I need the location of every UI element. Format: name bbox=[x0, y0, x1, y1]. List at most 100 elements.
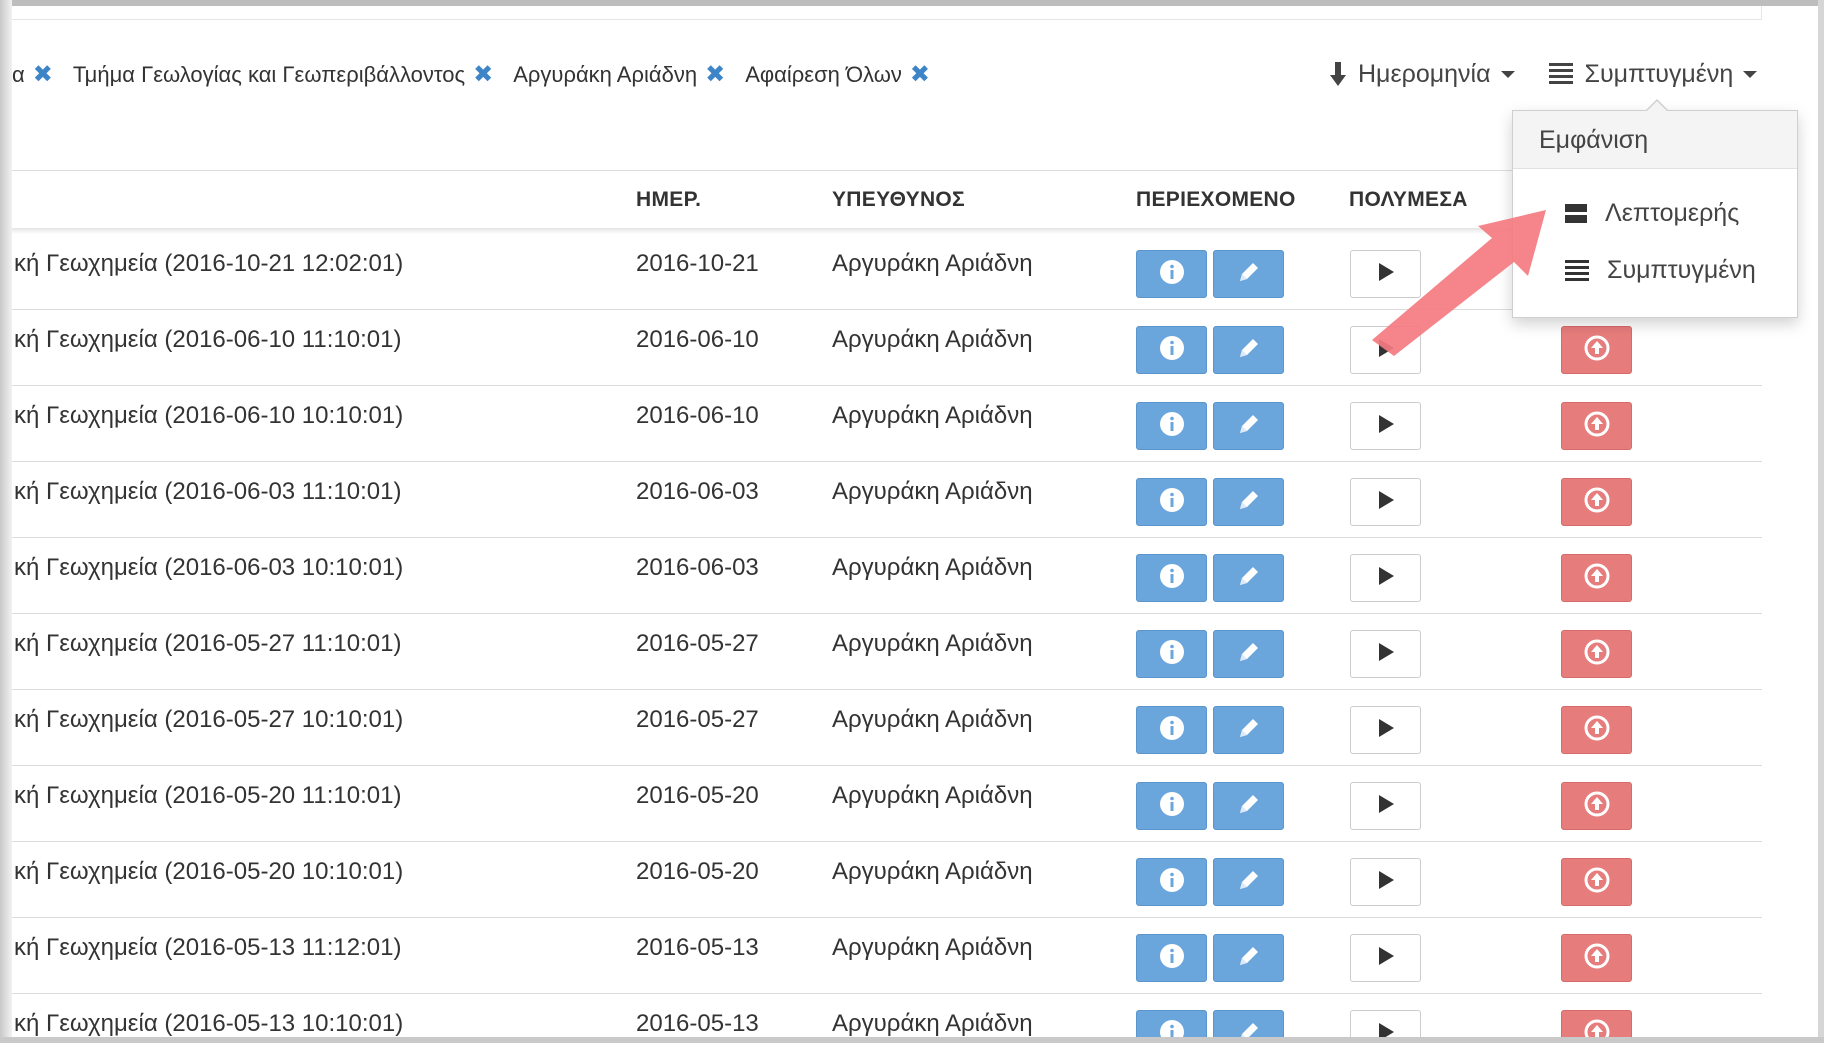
info-button[interactable] bbox=[1136, 782, 1207, 830]
table-row: κή Γεωχημεία (2016-06-03 10:10:01) 2016-0… bbox=[12, 538, 1762, 614]
row-title[interactable]: κή Γεωχημεία (2016-05-20 11:10:01) bbox=[14, 782, 401, 810]
menu-item-label: Λεπτομερής bbox=[1605, 199, 1740, 227]
remove-filter-icon[interactable]: ✖ bbox=[33, 63, 53, 87]
info-button[interactable] bbox=[1136, 630, 1207, 678]
row-title[interactable]: κή Γεωχημεία (2016-06-10 11:10:01) bbox=[14, 326, 401, 354]
menu-item-compact[interactable]: Συμπτυγμένη bbox=[1565, 256, 1756, 285]
filter-chip-owner[interactable]: Αργυράκη Αριάδνη ✖ bbox=[513, 62, 725, 88]
pencil-icon bbox=[1236, 411, 1262, 442]
info-button[interactable] bbox=[1136, 478, 1207, 526]
chevron-down-icon bbox=[1500, 70, 1515, 78]
remove-all-icon[interactable]: ✖ bbox=[910, 63, 930, 87]
sort-label: Ημερομηνία bbox=[1358, 59, 1491, 88]
row-title[interactable]: κή Γεωχημεία (2016-05-13 11:12:01) bbox=[14, 934, 401, 962]
row-title[interactable]: κή Γεωχημεία (2016-05-27 10:10:01) bbox=[14, 706, 403, 734]
row-title[interactable]: κή Γεωχημεία (2016-06-03 11:10:01) bbox=[14, 478, 401, 506]
row-title[interactable]: κή Γεωχημεία (2016-05-27 11:10:01) bbox=[14, 630, 401, 658]
play-button[interactable] bbox=[1350, 934, 1421, 982]
info-button[interactable] bbox=[1136, 326, 1207, 374]
play-button[interactable] bbox=[1350, 402, 1421, 450]
view-mode-menu-header: Εμφάνιση bbox=[1513, 111, 1797, 169]
row-date: 2016-06-03 bbox=[636, 478, 759, 505]
info-button[interactable] bbox=[1136, 250, 1207, 298]
column-header-date[interactable]: ΗΜΕΡ. bbox=[636, 188, 701, 212]
row-date: 2016-06-10 bbox=[636, 326, 759, 353]
row-title[interactable]: κή Γεωχημεία (2016-10-21 12:02:01) bbox=[14, 250, 403, 278]
window-border-right bbox=[1818, 0, 1824, 1043]
table-row: κή Γεωχημεία (2016-06-10 11:10:01) 2016-0… bbox=[12, 310, 1762, 386]
info-icon bbox=[1159, 715, 1185, 746]
filter-chip[interactable]: α ✖ bbox=[12, 62, 53, 88]
row-date: 2016-05-13 bbox=[636, 1010, 759, 1037]
play-button[interactable] bbox=[1350, 858, 1421, 906]
edit-button[interactable] bbox=[1213, 706, 1284, 754]
row-date: 2016-05-13 bbox=[636, 934, 759, 961]
table-row: κή Γεωχημεία (2016-05-20 11:10:01) 2016-0… bbox=[12, 766, 1762, 842]
edit-button[interactable] bbox=[1213, 250, 1284, 298]
edit-button[interactable] bbox=[1213, 858, 1284, 906]
edit-button[interactable] bbox=[1213, 326, 1284, 374]
menu-item-detailed[interactable]: Λεπτομερής bbox=[1565, 199, 1739, 228]
publish-button[interactable] bbox=[1561, 630, 1632, 678]
row-title[interactable]: κή Γεωχημεία (2016-06-03 10:10:01) bbox=[14, 554, 403, 582]
filter-chip-label: α bbox=[12, 62, 25, 87]
play-button[interactable] bbox=[1350, 478, 1421, 526]
info-button[interactable] bbox=[1136, 706, 1207, 754]
play-button[interactable] bbox=[1350, 706, 1421, 754]
play-button[interactable] bbox=[1350, 326, 1421, 374]
row-title[interactable]: κή Γεωχημεία (2016-05-13 10:10:01) bbox=[14, 1010, 403, 1038]
publish-button[interactable] bbox=[1561, 782, 1632, 830]
edit-button[interactable] bbox=[1213, 554, 1284, 602]
play-icon bbox=[1377, 794, 1395, 819]
table-row: κή Γεωχημεία (2016-10-21 12:02:01) 2016-1… bbox=[12, 234, 1762, 310]
clear-all-filters[interactable]: Αφαίρεση Όλων ✖ bbox=[745, 62, 930, 88]
pencil-icon bbox=[1236, 259, 1262, 290]
play-icon bbox=[1377, 642, 1395, 667]
edit-button[interactable] bbox=[1213, 478, 1284, 526]
table-row: κή Γεωχημεία (2016-05-27 10:10:01) 2016-0… bbox=[12, 690, 1762, 766]
edit-button[interactable] bbox=[1213, 782, 1284, 830]
publish-button[interactable] bbox=[1561, 326, 1632, 374]
row-date: 2016-06-03 bbox=[636, 554, 759, 581]
view-mode-dropdown[interactable]: Συμπτυγμένη bbox=[1548, 60, 1758, 89]
publish-button[interactable] bbox=[1561, 554, 1632, 602]
publish-button[interactable] bbox=[1561, 402, 1632, 450]
row-date: 2016-05-27 bbox=[636, 630, 759, 657]
info-button[interactable] bbox=[1136, 858, 1207, 906]
play-button[interactable] bbox=[1350, 554, 1421, 602]
publish-button[interactable] bbox=[1561, 858, 1632, 906]
window-border-left bbox=[0, 0, 12, 1043]
play-button[interactable] bbox=[1350, 250, 1421, 298]
publish-button[interactable] bbox=[1561, 478, 1632, 526]
play-icon bbox=[1377, 338, 1395, 363]
play-icon bbox=[1377, 718, 1395, 743]
row-date: 2016-06-10 bbox=[636, 402, 759, 429]
upload-icon bbox=[1583, 334, 1611, 367]
edit-button[interactable] bbox=[1213, 402, 1284, 450]
info-button[interactable] bbox=[1136, 554, 1207, 602]
list-icon bbox=[1548, 63, 1573, 85]
play-button[interactable] bbox=[1350, 630, 1421, 678]
row-title[interactable]: κή Γεωχημεία (2016-05-20 10:10:01) bbox=[14, 858, 403, 886]
edit-button[interactable] bbox=[1213, 934, 1284, 982]
publish-button[interactable] bbox=[1561, 934, 1632, 982]
filter-chip-label: Αργυράκη Αριάδνη bbox=[513, 62, 698, 87]
filter-chip-department[interactable]: Τμήμα Γεωλογίας και Γεωπεριβάλλοντος ✖ bbox=[73, 62, 493, 88]
column-header-owner[interactable]: ΥΠΕΥΘΥΝΟΣ bbox=[832, 188, 965, 212]
upload-icon bbox=[1583, 942, 1611, 975]
remove-filter-icon[interactable]: ✖ bbox=[473, 63, 493, 87]
row-title[interactable]: κή Γεωχημεία (2016-06-10 10:10:01) bbox=[14, 402, 403, 430]
upload-icon bbox=[1583, 790, 1611, 823]
play-icon bbox=[1377, 870, 1395, 895]
info-icon bbox=[1159, 335, 1185, 366]
publish-button[interactable] bbox=[1561, 706, 1632, 754]
remove-filter-icon[interactable]: ✖ bbox=[705, 63, 725, 87]
sort-dropdown[interactable]: Ημερομηνία bbox=[1330, 60, 1515, 89]
row-owner: Αργυράκη Αριάδνη bbox=[832, 934, 1033, 961]
play-button[interactable] bbox=[1350, 782, 1421, 830]
app-window: α ✖ Τμήμα Γεωλογίας και Γεωπεριβάλλοντος… bbox=[0, 0, 1824, 1043]
edit-button[interactable] bbox=[1213, 630, 1284, 678]
row-date: 2016-05-20 bbox=[636, 858, 759, 885]
info-button[interactable] bbox=[1136, 402, 1207, 450]
info-button[interactable] bbox=[1136, 934, 1207, 982]
